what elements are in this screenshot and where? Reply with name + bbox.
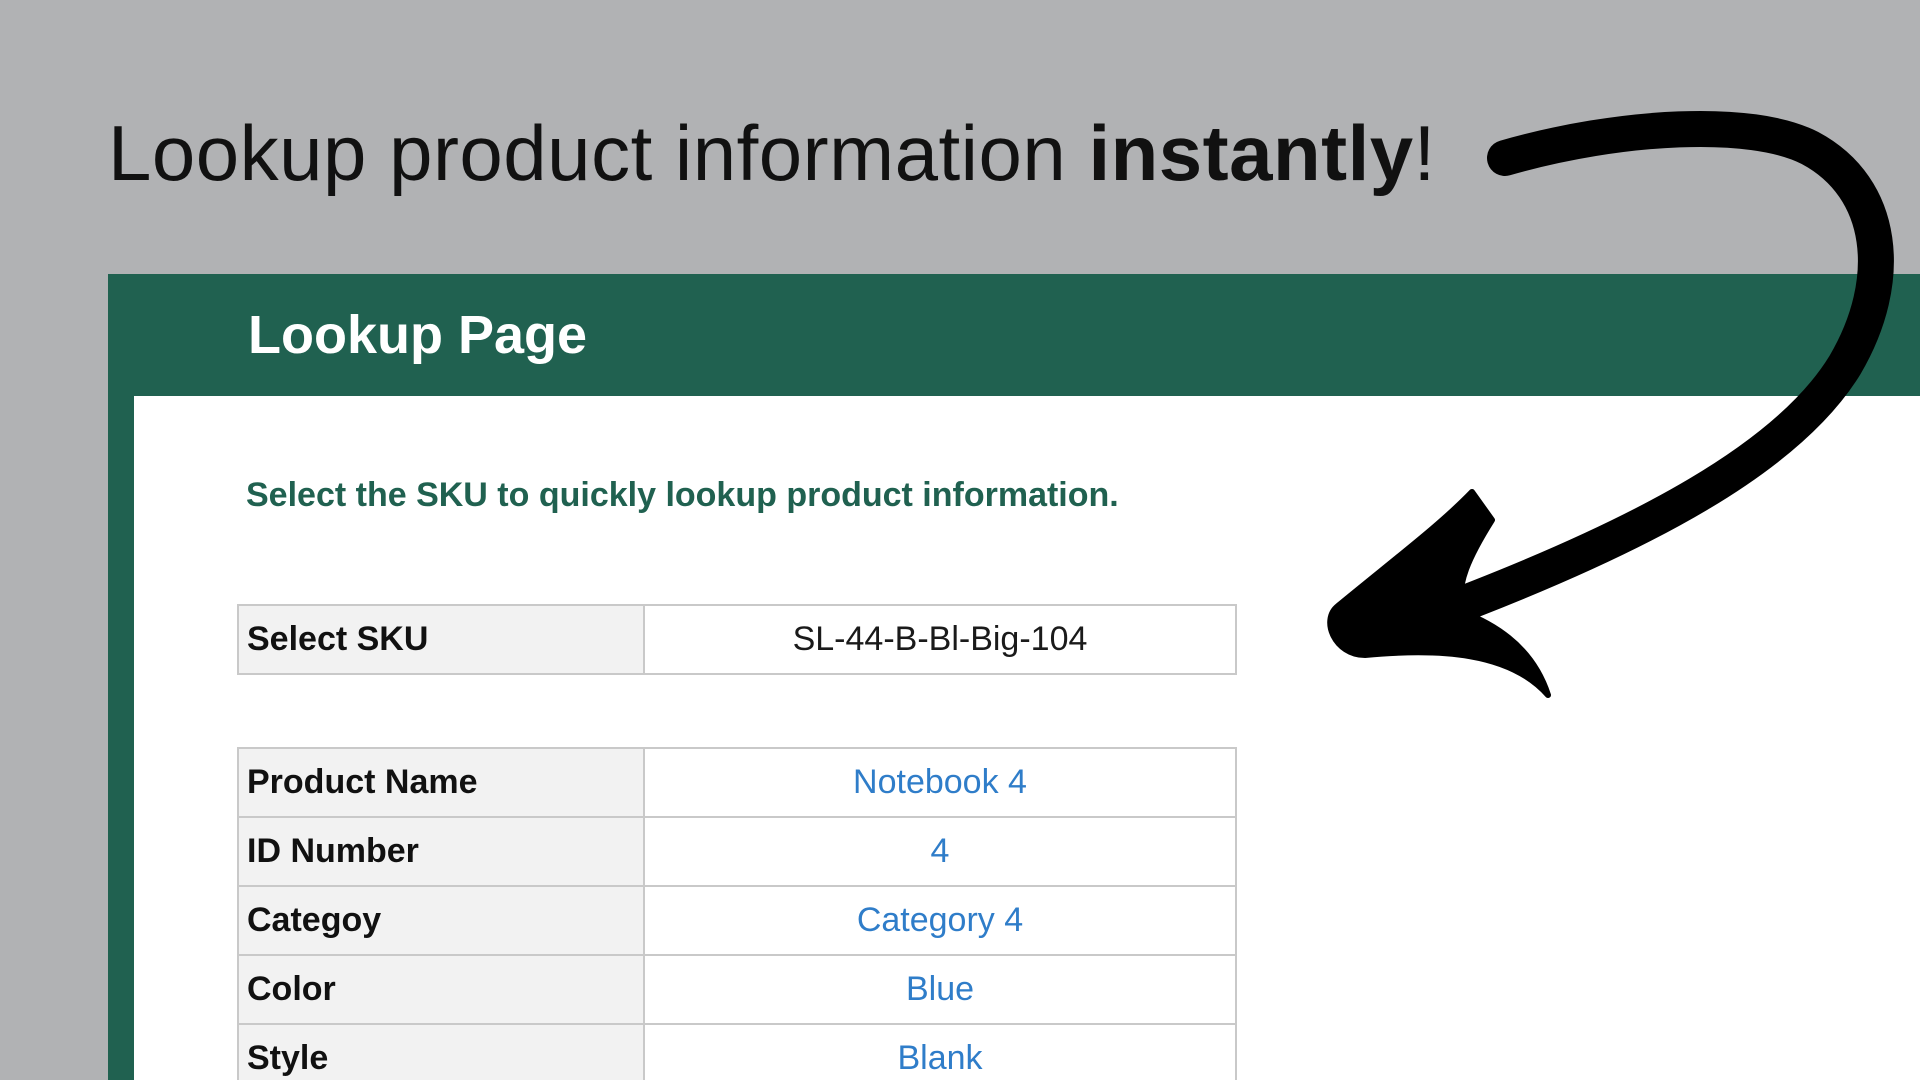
headline: Lookup product information instantly! — [108, 108, 1436, 198]
field-value[interactable]: Blue — [643, 954, 1237, 1025]
promo-screenshot: Lookup product information instantly! Lo… — [0, 0, 1920, 1080]
table-row: ID Number 4 — [237, 816, 1237, 887]
field-label: Categoy — [237, 885, 645, 956]
headline-prefix: Lookup product information — [108, 109, 1089, 197]
headline-suffix: ! — [1413, 109, 1436, 197]
field-value[interactable]: Notebook 4 — [643, 747, 1237, 818]
product-info-table: Product Name Notebook 4 ID Number 4 Cate… — [237, 747, 1237, 1080]
table-row: Categoy Category 4 — [237, 885, 1237, 956]
field-value[interactable]: Blank — [643, 1023, 1237, 1080]
field-label: Style — [237, 1023, 645, 1080]
sheet-body: Select the SKU to quickly lookup product… — [134, 396, 1920, 1080]
field-label: Color — [237, 954, 645, 1025]
instruction-text: Select the SKU to quickly lookup product… — [246, 476, 1119, 514]
lookup-sheet: Lookup Page Select the SKU to quickly lo… — [108, 274, 1920, 1080]
field-label: ID Number — [237, 816, 645, 887]
table-row: Style Blank — [237, 1023, 1237, 1080]
field-value[interactable]: 4 — [643, 816, 1237, 887]
field-label: Product Name — [237, 747, 645, 818]
sheet-title: Lookup Page — [248, 305, 588, 365]
sku-dropdown-cell[interactable]: SL-44-B-Bl-Big-104 — [643, 604, 1237, 675]
sku-selector-table: Select SKU SL-44-B-Bl-Big-104 — [237, 604, 1237, 675]
sku-label: Select SKU — [237, 604, 645, 675]
table-row: Product Name Notebook 4 — [237, 747, 1237, 818]
headline-emphasis: instantly — [1088, 109, 1414, 197]
field-value[interactable]: Category 4 — [643, 885, 1237, 956]
table-row: Color Blue — [237, 954, 1237, 1025]
table-row: Select SKU SL-44-B-Bl-Big-104 — [237, 604, 1237, 675]
